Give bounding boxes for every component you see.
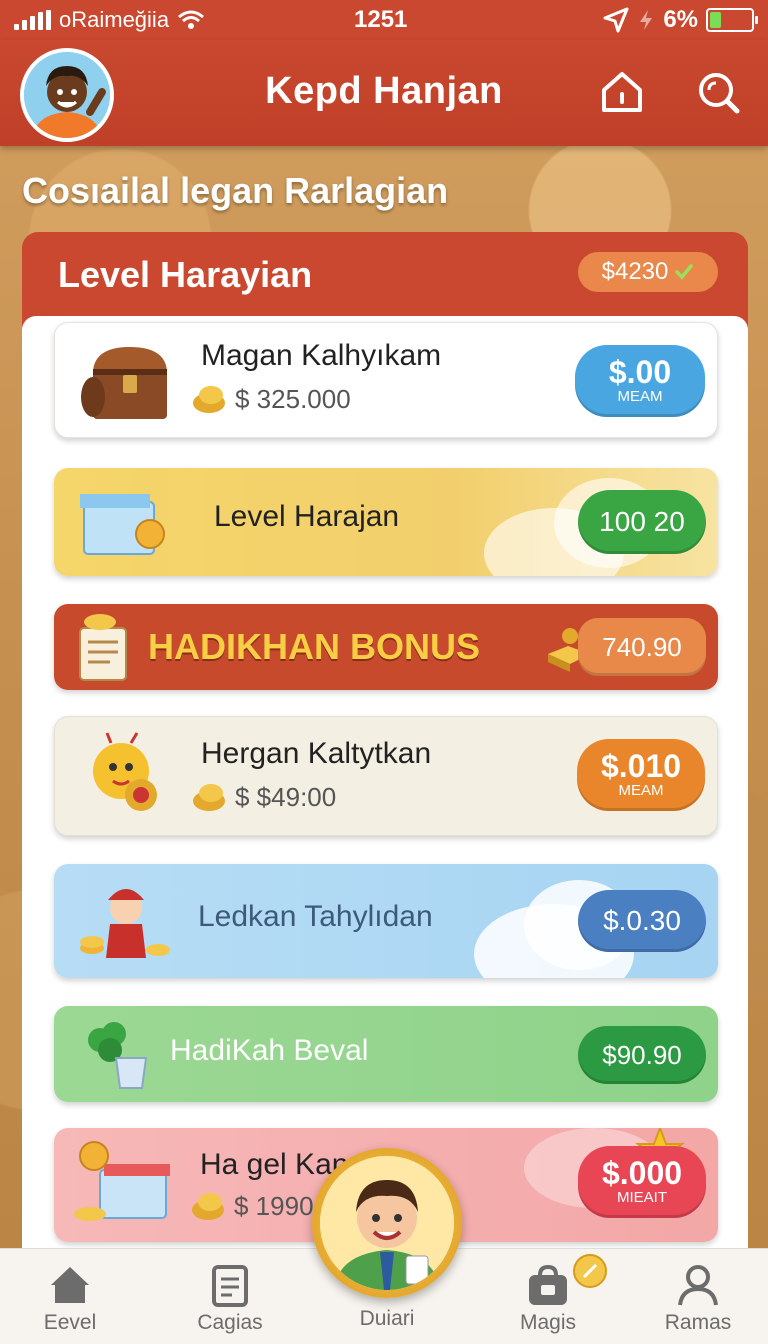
panel-title: Level Harayian (58, 254, 313, 295)
reward-card-2[interactable]: Level Harajan 100 20 (54, 468, 718, 576)
claim-button-2[interactable]: 100 20 (578, 490, 706, 554)
profile-icon (678, 1265, 718, 1306)
wifi-icon (178, 10, 205, 29)
battery-percent: 6% (663, 6, 698, 33)
card-price: $ 325.000 (189, 381, 351, 417)
balance-badge[interactable]: $4230 (578, 252, 718, 292)
center-avatar-button[interactable] (312, 1148, 462, 1298)
receipt-icon (70, 608, 140, 686)
status-bar: oRaimeğiia 1251 6% (0, 0, 768, 40)
bee-mascot-icon (71, 727, 181, 827)
section-title: Cosıailal legan Rarlagian (22, 170, 449, 211)
reward-card-4[interactable]: Hergan Kaltytkan $ $49:00 $.010 MEAM (54, 716, 718, 836)
card-title: Ledkan Tahylıdan (198, 900, 433, 933)
bag-icon (529, 1264, 567, 1305)
gold-coin-icon (193, 386, 225, 413)
card-title: Level Harajan (214, 500, 400, 533)
document-icon (212, 1265, 248, 1307)
battery-icon (706, 8, 758, 32)
carrier-name: oRaimeğiia (59, 7, 170, 32)
avatar (320, 1156, 454, 1290)
balance-value: $4230 (601, 258, 669, 285)
clover-bucket-icon (70, 1010, 160, 1096)
search-icon (699, 73, 740, 114)
claim-button-4[interactable]: $.010 MEAM (577, 739, 705, 811)
app-header: Kepd Hanjan (0, 40, 768, 146)
claim-button-3[interactable]: 740.90 (578, 618, 706, 676)
treasure-chest-icon (71, 331, 181, 431)
card-title: Magan Kalhyıkam (201, 339, 442, 372)
signal-icon (14, 10, 51, 30)
nav-item-ramas[interactable]: Ramas (648, 1263, 748, 1335)
nav-item-duiari[interactable]: Duiari (337, 1303, 437, 1331)
cash-stack-icon (70, 1134, 180, 1234)
claim-button-1[interactable]: $.00 MEAM (575, 345, 705, 417)
clock: 1251 (354, 6, 408, 33)
nav-item-level[interactable]: Eevel (20, 1263, 120, 1335)
check-icon (675, 264, 694, 280)
home-icon (602, 72, 642, 112)
claim-button-7[interactable]: $.000 MIEAIT (578, 1146, 706, 1218)
cash-stack-icon (70, 472, 180, 572)
chef-character-icon (70, 872, 180, 972)
gold-coin-icon (192, 1193, 224, 1220)
gold-coin-icon (193, 784, 225, 811)
card-title: Hergan Kaltytkan (201, 737, 432, 770)
reward-card-5[interactable]: Ledkan Tahylıdan $.0.30 (54, 864, 718, 978)
claim-button-6[interactable]: $90.90 (578, 1026, 706, 1084)
bonus-title: HADIKHAN BONUS (148, 626, 480, 667)
search-button[interactable] (694, 68, 742, 116)
bonus-banner[interactable]: HADIKHAN BONUS 740.90 (54, 604, 718, 690)
alarm-icon (640, 10, 653, 30)
header-title: Kepd Hanjan (265, 70, 503, 112)
home-icon (51, 1267, 89, 1303)
coin-badge-icon (573, 1254, 607, 1288)
claim-button-5[interactable]: $.0.30 (578, 890, 706, 952)
card-title: HadiKah Beval (170, 1034, 369, 1067)
home-button[interactable] (598, 68, 646, 116)
card-price: $ $49:00 (189, 779, 336, 815)
location-icon (603, 7, 629, 33)
reward-card-1[interactable]: Magan Kalhyıkam $ 325.000 $.00 MEAM (54, 322, 718, 438)
nav-item-cagias[interactable]: Cagias (180, 1263, 280, 1335)
reward-card-6[interactable]: HadiKah Beval $90.90 (54, 1006, 718, 1102)
